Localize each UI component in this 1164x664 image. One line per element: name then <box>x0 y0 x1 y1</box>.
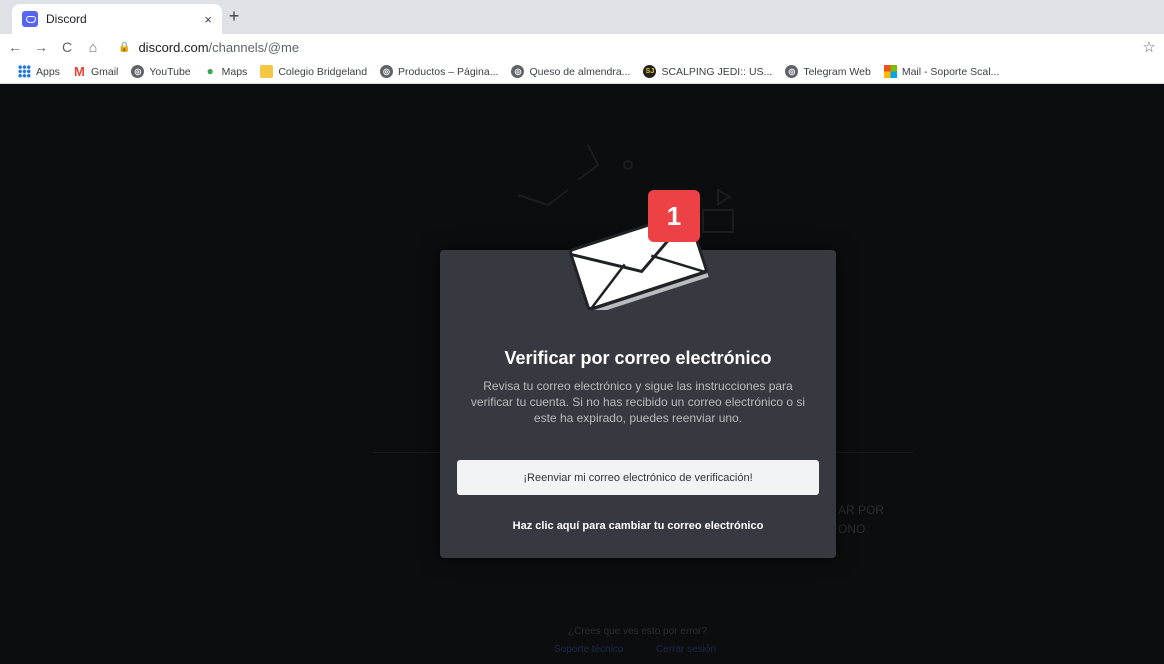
address-bar[interactable]: 🔒 discord.com /channels/@me <box>118 36 1134 58</box>
sj-logo-icon: SJ <box>643 65 657 78</box>
bookmark-telegram[interactable]: ◎ Telegram Web <box>785 65 871 78</box>
bookmark-scalping-jedi[interactable]: SJ SCALPING JEDI:: US... <box>643 65 772 78</box>
bookmark-label: SCALPING JEDI:: US... <box>661 65 773 78</box>
close-tab-icon[interactable]: × <box>204 12 212 27</box>
back-arrow-icon[interactable]: ← <box>4 39 26 55</box>
bookmark-label: Gmail <box>90 65 119 78</box>
resend-verification-button[interactable]: ¡Reenviar mi correo electrónico de verif… <box>457 460 819 495</box>
bookmark-label: Colegio Bridgeland <box>278 65 368 78</box>
modal-title: Verificar por correo electrónico <box>504 348 772 368</box>
globe-icon: ◎ <box>131 65 145 78</box>
background-support-link: Soporte técnico <box>554 644 624 655</box>
bookmark-label: Telegram Web <box>803 65 871 78</box>
maps-pin-icon: ● <box>206 64 214 78</box>
folder-icon <box>260 65 274 78</box>
bookmark-apps[interactable]: Apps <box>18 65 60 78</box>
bookmark-colegio-bridgeland[interactable]: Colegio Bridgeland <box>260 65 367 78</box>
globe-icon: ◎ <box>380 65 394 78</box>
new-tab-icon[interactable]: + <box>222 6 246 27</box>
browser-tab-strip: Discord × + <box>0 0 1164 34</box>
forward-arrow-icon[interactable]: → <box>30 39 52 55</box>
modal-description: Revisa tu correo electrónico y sigue las… <box>470 379 806 425</box>
notification-badge: 1 <box>648 190 700 242</box>
url-path: /channels/@me <box>208 39 300 55</box>
globe-icon: ◎ <box>785 65 799 78</box>
background-logout-link: Cerrar sesión <box>656 644 717 655</box>
browser-toolbar: ← → C ⌂ 🔒 discord.com /channels/@me ☆ <box>0 34 1164 60</box>
bookmark-label: Queso de almendra... <box>529 65 631 78</box>
tab-title: Discord <box>46 12 87 26</box>
gmail-icon: M <box>74 64 85 79</box>
bookmark-maps[interactable]: ● Maps <box>204 65 248 78</box>
bookmark-star-icon[interactable]: ☆ <box>1134 38 1164 56</box>
reload-icon[interactable]: C <box>56 39 78 55</box>
bookmark-label: Apps <box>36 65 60 78</box>
bookmark-label: YouTube <box>149 65 191 78</box>
bookmark-label: Mail - Soporte Scal... <box>901 65 1000 78</box>
background-question-text: ¿Crees que ves esto por error? <box>568 626 707 637</box>
bookmark-label: Maps <box>221 65 248 78</box>
bookmark-mail-soporte[interactable]: Mail - Soporte Scal... <box>883 65 1000 78</box>
microsoft-icon <box>883 65 897 78</box>
discord-favicon-icon <box>22 11 38 27</box>
bookmark-queso[interactable]: ◎ Queso de almendra... <box>511 65 630 78</box>
bookmark-youtube[interactable]: ◎ YouTube <box>131 65 191 78</box>
apps-grid-icon <box>18 65 31 78</box>
home-icon[interactable]: ⌂ <box>82 39 104 55</box>
background-ghost-text: AR POR <box>838 503 885 517</box>
lock-icon[interactable]: 🔒 <box>118 42 130 53</box>
background-ghost-text: ONO <box>838 522 866 536</box>
bookmark-gmail[interactable]: M Gmail <box>73 65 118 78</box>
bookmark-label: Productos – Página... <box>398 65 499 78</box>
globe-icon: ◎ <box>511 65 525 78</box>
bookmarks-bar: Apps M Gmail ◎ YouTube ● Maps Colegio Br… <box>0 60 1164 84</box>
browser-tab-discord[interactable]: Discord × <box>12 4 222 34</box>
bookmark-productos[interactable]: ◎ Productos – Página... <box>380 65 498 78</box>
url-host: discord.com <box>138 39 209 55</box>
change-email-link[interactable]: Haz clic aquí para cambiar tu correo ele… <box>440 520 836 532</box>
